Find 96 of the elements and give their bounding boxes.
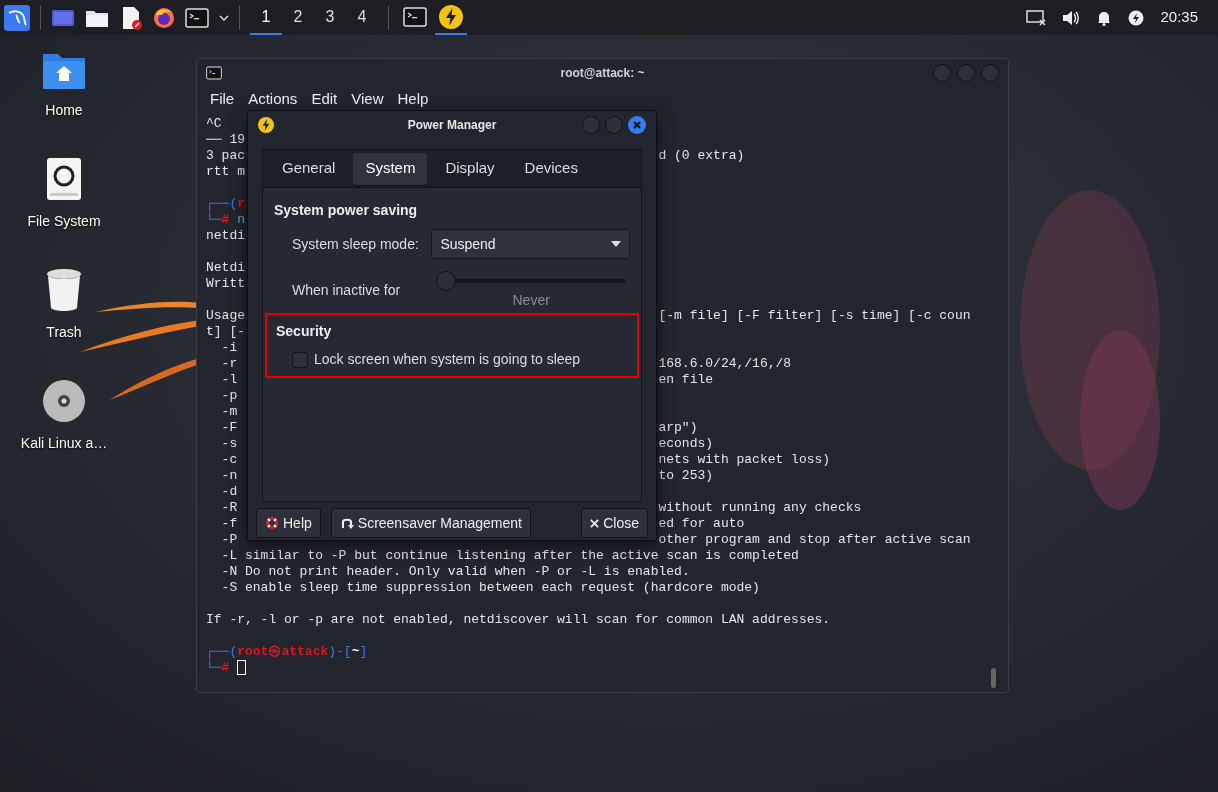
icon-label[interactable]: File System	[27, 211, 101, 232]
caret-icon	[611, 241, 621, 247]
section-heading: System power saving	[274, 201, 419, 220]
screensaver-button[interactable]: Screensaver Management	[330, 508, 531, 538]
terminal-text: rtt m	[206, 164, 245, 179]
refresh-icon	[339, 516, 354, 530]
drive-icon[interactable]	[46, 157, 82, 201]
display-icon[interactable]	[1026, 9, 1047, 26]
menu-item[interactable]: Edit	[311, 87, 338, 111]
window-title: root@attack: ~	[560, 65, 645, 82]
close-icon	[632, 120, 642, 130]
terminal-icon[interactable]	[185, 7, 209, 28]
terminal-text: ^C	[206, 116, 222, 131]
menu-item[interactable]: Actions	[248, 87, 298, 111]
slider-value: Never	[512, 291, 550, 309]
terminal-icon	[206, 66, 222, 80]
terminal-text: -N Do not print header. Only valid when -P or -L is enabled.	[220, 564, 690, 579]
close-button[interactable]	[628, 116, 646, 134]
menu-item[interactable]: File	[210, 87, 235, 111]
workspace-button[interactable]: 3	[314, 0, 346, 35]
power-icon[interactable]	[1128, 9, 1145, 26]
terminal-text: [-m file] [-F filter] [-s time] [-c coun	[658, 308, 971, 324]
tab[interactable]: General	[270, 152, 348, 185]
menu-item[interactable]: View	[351, 87, 384, 111]
terminal-text: Netdi	[206, 260, 245, 275]
terminal-text: ed for auto	[658, 516, 745, 532]
terminal-text: ── 19	[206, 132, 245, 147]
terminal-text: -m	[220, 404, 238, 419]
terminal-text: Writt	[206, 276, 245, 291]
terminal-text: nets with packet loss)	[658, 452, 831, 468]
terminal-text: -R	[220, 500, 238, 515]
checkbox-label[interactable]: Lock screen when system is going to sleep	[314, 349, 581, 370]
terminal-text: -l	[220, 372, 238, 387]
icon-label[interactable]: Trash	[46, 322, 82, 343]
terminal-text: -n	[220, 468, 238, 483]
terminal-text: -L similar to -P but continue listening after the active scan is completed	[220, 548, 799, 563]
field-label: When inactive for	[292, 280, 402, 300]
terminal-text: t] [-	[206, 324, 245, 339]
checkbox[interactable]	[292, 351, 308, 368]
trash-icon[interactable]	[46, 268, 82, 312]
screen-icon[interactable]	[51, 7, 75, 28]
icon-label[interactable]: Home	[45, 100, 83, 121]
prompt-text: └─# n	[206, 212, 246, 228]
prompt-text: ┌──(root㉿attack)-[~]	[206, 644, 368, 660]
workspace-button[interactable]: 4	[346, 0, 378, 35]
browser-icon[interactable]	[153, 6, 175, 29]
terminal-text: -i	[220, 340, 238, 355]
tab[interactable]: System	[353, 152, 428, 185]
slider-track[interactable]	[436, 271, 627, 291]
icon-label[interactable]: Kali Linux a…	[20, 433, 108, 454]
tab[interactable]: Devices	[512, 152, 590, 185]
terminal-text: without running any checks	[658, 500, 862, 516]
help-button[interactable]: Help	[256, 508, 321, 538]
disc-icon[interactable]	[42, 379, 86, 423]
terminal-text: d (0 extra)	[658, 148, 745, 164]
clock-text: 20:35	[1160, 7, 1198, 28]
close-button[interactable]: Close	[581, 508, 648, 538]
terminal-icon	[403, 6, 427, 27]
terminal-text: -c	[220, 452, 238, 467]
section-heading: Security	[276, 322, 333, 341]
close-icon	[590, 518, 600, 528]
scrollbar-thumb[interactable]	[991, 668, 996, 688]
terminal-text: en file	[658, 372, 714, 388]
workspace-button[interactable]: 2	[282, 0, 314, 35]
terminal-text: -S enable sleep time suppression between each request (hardcore mode)	[220, 580, 760, 595]
terminal-text: -P	[220, 532, 238, 547]
terminal-text: econds)	[658, 436, 714, 452]
terminal-text: 3 pac	[206, 148, 245, 163]
terminal-text: If -r, -l or -p are not enabled, netdiscover will scan for common LAN addresses.	[206, 612, 831, 627]
lightning-icon	[439, 4, 463, 29]
lightning-icon	[258, 117, 274, 133]
field-label: System sleep mode:	[292, 234, 420, 254]
menu-item[interactable]: Help	[397, 87, 429, 111]
terminal-text: -p	[220, 388, 238, 403]
bell-icon[interactable]	[1096, 9, 1113, 26]
terminal-text: netdi	[206, 228, 245, 243]
terminal-text: -s	[220, 436, 238, 451]
terminal-text: -F	[220, 420, 238, 435]
terminal-text: -f	[220, 516, 238, 531]
lifebuoy-icon	[265, 516, 279, 530]
terminal-text: arp")	[658, 420, 698, 436]
tab[interactable]: Display	[433, 152, 507, 185]
workspace-button[interactable]: 1	[250, 0, 282, 35]
chevron-down-icon[interactable]	[219, 13, 229, 22]
terminal-text: other program and stop after active scan	[658, 532, 971, 548]
dialog-title: Power Manager	[407, 117, 497, 134]
prompt-text: ┌──(r	[206, 196, 246, 212]
terminal-text: 168.6.0/24,/16,/8	[658, 356, 792, 372]
terminal-text: -r	[220, 356, 238, 371]
sleep-mode-dropdown[interactable]: Suspend	[431, 229, 630, 259]
prompt-text: └─#	[206, 660, 230, 676]
slider-thumb[interactable]	[436, 271, 457, 291]
terminal-text: Usage	[206, 308, 245, 323]
terminal-text: -d	[220, 484, 238, 499]
terminal-text: to 253)	[658, 468, 714, 484]
volume-icon[interactable]	[1062, 9, 1081, 26]
